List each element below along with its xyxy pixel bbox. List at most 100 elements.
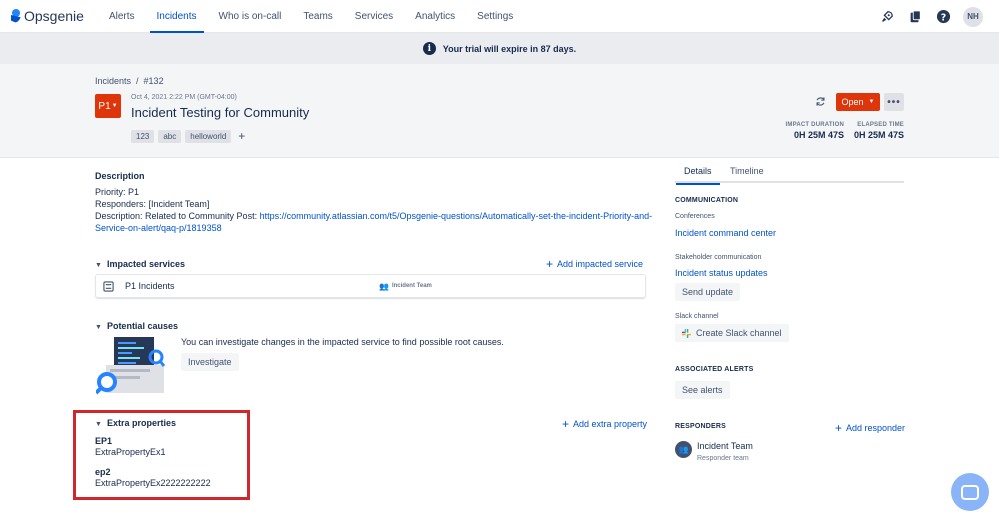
potential-causes-text: You can investigate changes in the impac… [181, 337, 504, 347]
nav-teams[interactable]: Teams [292, 0, 343, 33]
add-impacted-service-button[interactable]: + Add impacted service [546, 256, 644, 271]
logo-text: Opsgenie [24, 8, 84, 24]
community-post-link-cont[interactable]: Service-on-alert/qaq-p/1819358 [95, 223, 222, 233]
responder-name[interactable]: Incident Team [697, 440, 753, 452]
slack-icon [682, 328, 691, 338]
nav-services[interactable]: Services [344, 0, 404, 33]
svg-text:?: ? [940, 12, 945, 23]
create-slack-channel-label: Create Slack channel [696, 328, 782, 338]
incident-command-center-link[interactable]: Incident command center [675, 228, 776, 238]
conferences-label: Conferences [675, 213, 715, 220]
send-update-button[interactable]: Send update [675, 283, 741, 301]
slack-channel-label: Slack channel [675, 313, 719, 320]
tab-details[interactable]: Details [676, 166, 719, 185]
tag[interactable]: helloworld [185, 129, 232, 143]
opsgenie-logo[interactable]: Opsgenie [11, 8, 84, 24]
responder-team-avatar: 👥 [675, 441, 692, 458]
impact-duration: IMPACT DURATION 0H 25M 47S [770, 122, 844, 140]
investigate-button[interactable]: Investigate [181, 353, 239, 371]
priority-dropdown[interactable]: P1 ▼ [95, 94, 121, 118]
status-label: Open [841, 97, 864, 107]
service-row[interactable]: P1 Incidents 👥 Incident Team [95, 274, 646, 298]
tag[interactable]: 123 [131, 129, 155, 143]
tag-list: 123 abc helloworld + [131, 129, 245, 143]
add-responder-button[interactable]: + Add responder [835, 420, 906, 435]
top-nav: Opsgenie Alerts Incidents Who is on-call… [0, 0, 999, 33]
chevron-down-icon: ▼ [95, 324, 102, 331]
impacted-services-title: Impacted services [106, 259, 185, 269]
community-post-link[interactable]: https://community.atlassian.com/t5/Opsge… [260, 211, 653, 221]
app-switcher-icon[interactable] [907, 9, 923, 25]
chevron-down-icon: ▼ [111, 103, 118, 109]
service-team: Incident Team [391, 283, 432, 289]
plus-icon: + [562, 416, 570, 431]
chevron-down-icon: ▼ [868, 99, 875, 105]
trial-banner: i Your trial will expire in 87 days. [0, 33, 999, 64]
user-avatar[interactable]: NH [963, 6, 983, 27]
add-extra-property-button[interactable]: + Add extra property [562, 416, 648, 431]
stakeholder-label: Stakeholder communication [675, 254, 762, 261]
rocket-icon[interactable] [879, 9, 895, 25]
nav-who-is-on-call[interactable]: Who is on-call [208, 0, 293, 33]
add-responder-label: Add responder [846, 423, 906, 433]
impact-duration-value: 0H 25M 47S [793, 130, 844, 140]
description-body: Description: Related to Community Post: … [95, 210, 655, 222]
create-slack-channel-button[interactable]: Create Slack channel [675, 324, 789, 342]
chat-support-button[interactable] [951, 473, 989, 511]
service-icon [103, 280, 114, 292]
incident-header: Incidents / #132 P1 ▼ Oct 4, 2021 2:22 PM (… [0, 64, 999, 158]
chat-icon [961, 484, 979, 500]
elapsed-time-label: ELAPSED TIME [857, 122, 904, 128]
nav-alerts[interactable]: Alerts [98, 0, 146, 33]
elapsed-time-value: 0H 25M 47S [853, 130, 904, 140]
incident-title[interactable]: Incident Testing for Community [131, 105, 309, 120]
breadcrumb-incident-id[interactable]: #132 [144, 76, 164, 86]
highlight-box [73, 410, 250, 500]
help-icon[interactable]: ? [935, 9, 951, 25]
breadcrumb-separator: / [136, 76, 139, 86]
elapsed-time: ELAPSED TIME 0H 25M 47S [846, 122, 904, 140]
investigate-illustration [94, 335, 166, 395]
description-prefix: Description: Related to Community Post: [95, 211, 260, 221]
communication-heading: COMMUNICATION [675, 197, 739, 204]
priority-label: P1 [98, 100, 111, 112]
tab-timeline[interactable]: Timeline [730, 166, 764, 183]
impacted-services-heading[interactable]: ▼ Impacted services [95, 259, 185, 269]
impact-duration-label: IMPACT DURATION [785, 122, 844, 128]
see-alerts-button[interactable]: See alerts [675, 381, 730, 399]
chevron-down-icon: ▼ [95, 262, 102, 269]
more-actions-button[interactable]: ••• [884, 93, 904, 111]
refresh-icon[interactable] [815, 96, 827, 108]
responders-heading: RESPONDERS [675, 423, 727, 430]
potential-causes-heading[interactable]: ▼ Potential causes [95, 321, 178, 331]
description-priority: Priority: P1 [95, 187, 140, 197]
detail-tabs: Details Timeline [675, 166, 904, 185]
status-dropdown[interactable]: Open ▼ [836, 93, 880, 111]
info-icon: i [422, 42, 436, 55]
tag[interactable]: abc [158, 129, 182, 143]
description-heading: Description [95, 171, 145, 181]
nav-analytics[interactable]: Analytics [404, 0, 466, 33]
plus-icon: + [546, 256, 554, 271]
nav-incidents[interactable]: Incidents [146, 0, 208, 33]
plus-icon: + [835, 420, 843, 435]
opsgenie-logo-icon [11, 9, 21, 23]
add-impacted-service-label: Add impacted service [557, 259, 644, 269]
nav-right-actions: ? NH [879, 0, 983, 33]
description-responders: Responders: [Incident Team] [95, 199, 210, 209]
associated-alerts-heading: ASSOCIATED ALERTS [675, 366, 754, 373]
add-extra-property-label: Add extra property [573, 419, 648, 429]
nav-settings[interactable]: Settings [466, 0, 524, 33]
service-name[interactable]: P1 Incidents [125, 281, 379, 291]
more-icon: ••• [887, 96, 901, 108]
add-tag-icon[interactable]: + [238, 129, 245, 143]
responder-type: Responder team [697, 455, 749, 462]
incident-date: Oct 4, 2021 2:22 PM (GMT-04:00) [131, 94, 237, 101]
team-icon: 👥 [678, 445, 689, 454]
trial-banner-text: Your trial will expire in 87 days. [442, 43, 577, 54]
team-icon: 👥 [379, 281, 389, 291]
description-body-cont: Service-on-alert/qaq-p/1819358 [95, 222, 222, 234]
potential-causes-title: Potential causes [106, 321, 178, 331]
incident-status-updates-link[interactable]: Incident status updates [675, 268, 768, 278]
breadcrumb-incidents[interactable]: Incidents [95, 76, 131, 86]
